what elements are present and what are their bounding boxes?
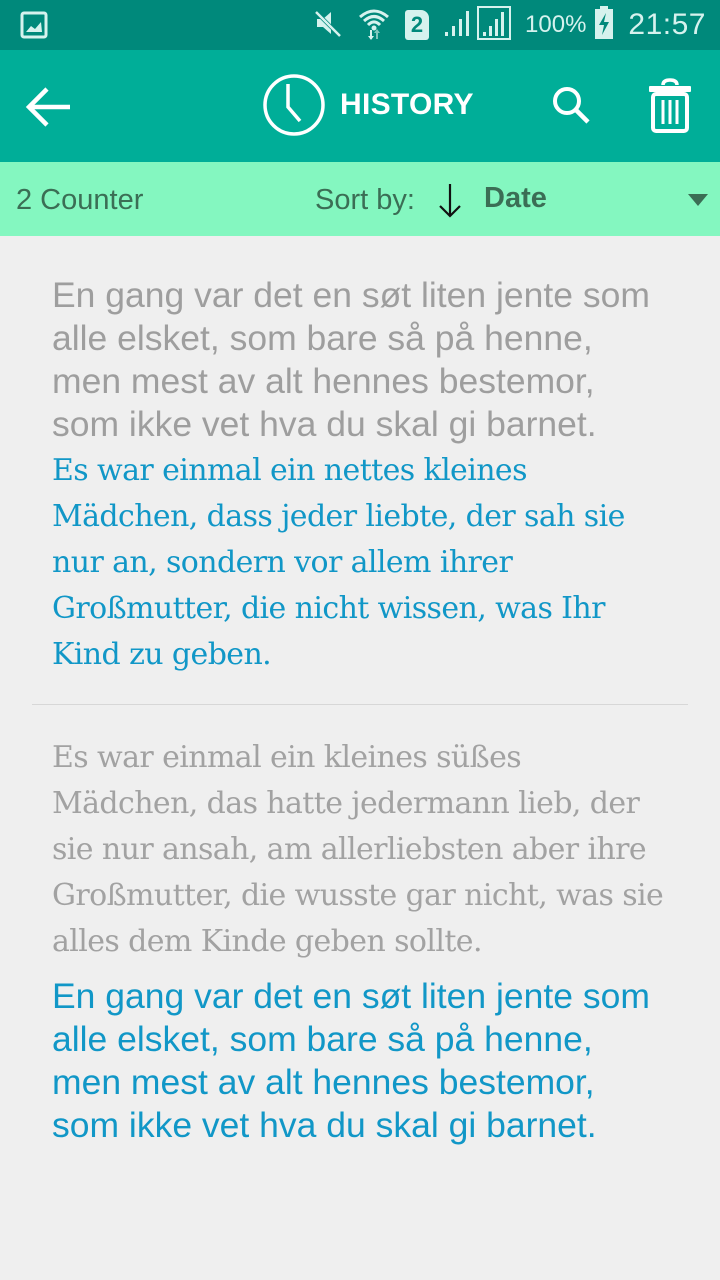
- search-button[interactable]: [550, 84, 594, 128]
- battery-percentage: 100%: [525, 11, 587, 38]
- signal-icon: [443, 8, 473, 43]
- sort-direction-toggle[interactable]: [434, 180, 466, 220]
- translated-text: Es war einmal ein nettes kleines Mädchen…: [52, 453, 625, 672]
- trash-icon: [649, 78, 691, 133]
- mute-icon: [313, 8, 343, 43]
- image-icon: [20, 11, 48, 44]
- app-bar: HISTORY: [0, 50, 720, 162]
- dropdown-caret-icon: [688, 194, 708, 206]
- history-list[interactable]: En gang var det en søt liten jente som a…: [0, 236, 720, 1248]
- page-title: HISTORY: [340, 88, 474, 121]
- translated-text: En gang var det en søt liten jente som a…: [52, 976, 650, 1145]
- clock: 21:57: [628, 8, 706, 41]
- history-item[interactable]: En gang var det en søt liten jente som a…: [0, 236, 720, 704]
- signal-boxed-icon: [477, 5, 512, 45]
- history-counter: 2 Counter: [16, 184, 144, 216]
- status-bar: 2 100% 21:57: [0, 0, 720, 50]
- clock-icon: [263, 74, 325, 136]
- sort-bar: 2 Counter Sort by: Date: [0, 162, 720, 236]
- source-text: Es war einmal ein kleines süßes Mädchen,…: [52, 740, 664, 959]
- sort-selected-value: Date: [484, 182, 547, 214]
- wifi-icon: [357, 6, 391, 45]
- sort-dropdown[interactable]: Date: [484, 162, 720, 236]
- battery-charging-icon: [594, 5, 614, 45]
- delete-all-button[interactable]: [646, 78, 694, 134]
- arrow-left-icon: [25, 87, 70, 127]
- arrow-down-icon: [439, 184, 461, 218]
- sort-label: Sort by:: [315, 184, 415, 216]
- sim-2-icon: 2: [405, 10, 430, 40]
- title-group: HISTORY: [262, 72, 474, 138]
- search-icon: [553, 87, 590, 124]
- source-text: En gang var det en søt liten jente som a…: [52, 275, 650, 444]
- back-button[interactable]: [24, 84, 74, 130]
- history-item[interactable]: Es war einmal ein kleines süßes Mädchen,…: [0, 705, 720, 1147]
